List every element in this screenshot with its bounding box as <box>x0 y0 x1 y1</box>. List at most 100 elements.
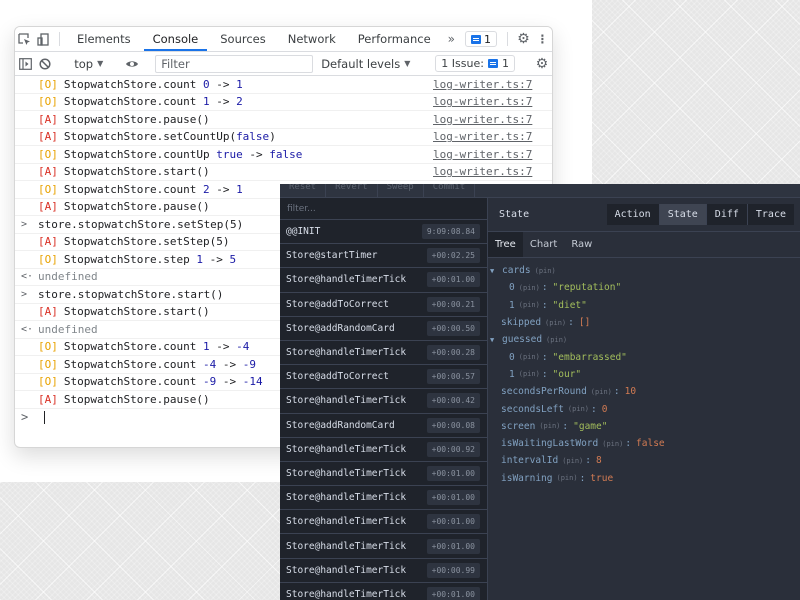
tree-value: true <box>590 472 614 484</box>
log-levels-dropdown[interactable]: Default levels ▼ <box>313 57 418 71</box>
action-item[interactable]: Store@addRandomCard +00:00.08 <box>280 414 487 438</box>
settings-gear-icon[interactable]: ⚙ <box>514 27 533 51</box>
pin-button[interactable]: (pin) <box>519 370 540 378</box>
tab-network[interactable]: Network <box>277 27 347 51</box>
console-settings-gear-icon[interactable]: ⚙ <box>532 56 552 72</box>
action-item[interactable]: Store@handleTimerTick +00:01.00 <box>280 534 487 559</box>
context-selector[interactable]: top ▼ <box>68 57 109 71</box>
log-text: StopwatchStore.count <box>63 375 203 389</box>
subtab-chart[interactable]: Chart <box>523 232 564 257</box>
tree-node: isWaitingLastWord (pin): false <box>488 435 800 452</box>
action-item[interactable]: Store@addRandomCard +00:00.50 <box>280 317 487 341</box>
action-item[interactable]: Store@addToCorrect +00:00.57 <box>280 365 487 390</box>
pin-button[interactable]: (pin) <box>519 353 540 361</box>
top-button-sweep[interactable]: Sweep <box>378 184 424 197</box>
top-button-revert[interactable]: Revert <box>326 184 378 197</box>
action-filter-input[interactable]: filter... <box>280 198 487 220</box>
device-toolbar-icon[interactable] <box>34 27 53 51</box>
log-text: StopwatchStore.count <box>63 77 203 91</box>
tab-sources[interactable]: Sources <box>209 27 277 51</box>
source-link[interactable]: log-writer.ts:7 <box>433 113 532 126</box>
clear-console-icon[interactable] <box>35 57 55 70</box>
tab-performance[interactable]: Performance <box>347 27 442 51</box>
pin-button[interactable]: (pin) <box>519 301 540 309</box>
input-prompt-icon: > <box>21 218 28 230</box>
action-item[interactable]: Store@handleTimerTick +00:00.92 <box>280 438 487 462</box>
tree-value: [] <box>578 317 591 329</box>
console-line: [O] StopwatchStore.count 0 -> 1 log-writer… <box>15 76 552 94</box>
action-name: Store@handleTimerTick <box>286 588 407 600</box>
pin-button[interactable]: (pin) <box>568 405 589 413</box>
log-value: -9 <box>242 357 256 371</box>
action-name: Store@addToCorrect <box>286 371 389 383</box>
log-value: 1 <box>202 340 210 354</box>
issues-count: 1 <box>501 57 509 70</box>
sidebar-toggle-icon[interactable] <box>15 57 35 70</box>
action-time: +00:01.00 <box>426 538 480 554</box>
action-item[interactable]: Store@handleTimerTick +00:00.42 <box>280 389 487 414</box>
issues-badge[interactable]: 1 <box>465 31 497 47</box>
subtab-tree[interactable]: Tree <box>488 232 523 257</box>
action-item[interactable]: Store@addToCorrect +00:00.21 <box>280 293 487 317</box>
source-link[interactable]: log-writer.ts:7 <box>433 130 532 143</box>
divider <box>507 32 508 46</box>
action-name: Store@handleTimerTick <box>286 467 407 479</box>
view-button-trace[interactable]: Trace <box>747 204 794 225</box>
action-item[interactable]: @@INIT 9:09:08.84 <box>280 220 487 245</box>
action-item[interactable]: Store@handleTimerTick +00:01.00 <box>280 510 487 535</box>
source-link[interactable]: log-writer.ts:7 <box>433 165 532 178</box>
action-time: +00:01.00 <box>426 490 480 506</box>
log-value: -> <box>209 340 237 354</box>
eye-icon[interactable] <box>122 59 142 69</box>
pin-button[interactable]: (pin) <box>556 474 577 482</box>
more-tabs-icon[interactable]: » <box>442 27 461 51</box>
expand-arrow-icon[interactable]: ▼ <box>490 267 502 275</box>
text-cursor <box>44 410 45 424</box>
top-button-reset[interactable]: Reset <box>280 184 327 197</box>
issues-button[interactable]: 1 Issue: 1 <box>435 55 515 72</box>
log-tag: [O] <box>38 147 58 161</box>
source-link[interactable]: log-writer.ts:7 <box>433 78 532 91</box>
tab-console[interactable]: Console <box>142 27 210 51</box>
view-button-state[interactable]: State <box>659 204 706 225</box>
top-button-commit[interactable]: Commit <box>424 184 476 197</box>
pin-button[interactable]: (pin) <box>539 422 560 430</box>
pin-button[interactable]: (pin) <box>519 284 540 292</box>
tree-key: guessed <box>502 334 543 346</box>
view-button-diff[interactable]: Diff <box>706 204 747 225</box>
action-item[interactable]: Store@handleTimerTick +00:01.00 <box>280 462 487 487</box>
log-value: -4 <box>202 357 217 371</box>
view-button-action[interactable]: Action <box>606 204 659 225</box>
action-name: Store@handleTimerTick <box>286 540 407 552</box>
console-filter-input[interactable] <box>155 54 314 73</box>
pin-button[interactable]: (pin) <box>545 319 566 327</box>
action-item[interactable]: Store@startTimer +00:02.25 <box>280 244 487 269</box>
source-link[interactable]: log-writer.ts:7 <box>433 148 532 161</box>
more-options-icon[interactable]: ⋮ <box>533 27 552 51</box>
tree-key: 1 <box>509 368 515 380</box>
expand-arrow-icon[interactable]: ▼ <box>490 336 502 344</box>
action-item[interactable]: Store@handleTimerTick +00:01.00 <box>280 268 487 293</box>
action-item[interactable]: Store@handleTimerTick +00:00.99 <box>280 559 487 583</box>
tree-node[interactable]: ▼ guessed (pin) <box>488 331 800 348</box>
action-time: +00:00.99 <box>426 562 480 578</box>
action-item[interactable]: Store@handleTimerTick +00:01.00 <box>280 486 487 511</box>
console-toolbar: top ▼ Default levels ▼ 1 Issue: 1 ⚙ <box>15 52 552 76</box>
pin-button[interactable]: (pin) <box>535 267 556 275</box>
pin-button[interactable]: (pin) <box>562 457 583 465</box>
pin-button[interactable]: (pin) <box>602 440 623 448</box>
subtab-raw[interactable]: Raw <box>564 232 599 257</box>
action-name: Store@handleTimerTick <box>286 492 407 504</box>
action-list-panel: filter... @@INIT 9:09:08.84 Store@startTim… <box>280 198 488 600</box>
source-link[interactable]: log-writer.ts:7 <box>433 95 532 108</box>
action-item[interactable]: Store@handleTimerTick +00:01.00 <box>280 583 487 600</box>
inspect-element-icon[interactable] <box>15 27 34 51</box>
pin-button[interactable]: (pin) <box>546 336 567 344</box>
tree-node[interactable]: ▼ cards (pin) <box>488 262 800 279</box>
tab-elements[interactable]: Elements <box>66 27 142 51</box>
action-item[interactable]: Store@handleTimerTick +00:00.28 <box>280 341 487 366</box>
log-value: 1 <box>196 252 203 266</box>
console-line: [A] StopwatchStore.setCountUp(false) log-w… <box>15 129 552 146</box>
action-name: Store@handleTimerTick <box>286 443 407 455</box>
pin-button[interactable]: (pin) <box>591 388 612 396</box>
